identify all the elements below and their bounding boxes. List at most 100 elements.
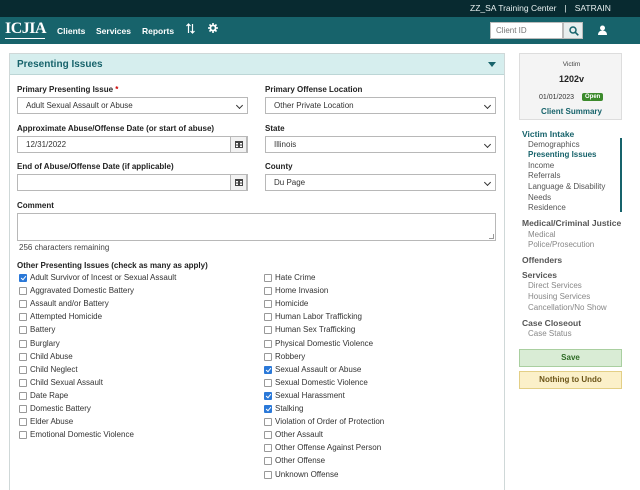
primary-location-select[interactable]: Other Private Location — [265, 97, 496, 114]
current-user[interactable]: SATRAIN — [575, 3, 611, 13]
panel-title: Presenting Issues — [17, 59, 103, 70]
state-value: Illinois — [274, 140, 297, 149]
issue-label: Hate Crime — [275, 273, 316, 282]
client-search-button[interactable] — [563, 22, 583, 39]
unchecked-box-icon[interactable] — [19, 352, 27, 361]
top-status-bar: ZZ_SA Training Center | SATRAIN — [0, 0, 640, 17]
unchecked-box-icon[interactable] — [264, 418, 272, 427]
sidebar-section-services[interactable]: Services — [522, 270, 557, 280]
unchecked-box-icon[interactable] — [19, 326, 27, 335]
unchecked-box-icon[interactable] — [19, 418, 27, 427]
comment-textarea[interactable] — [17, 213, 496, 241]
search-icon — [569, 26, 579, 36]
sidebar-item-income[interactable]: Income — [528, 161, 554, 170]
icjia-logo[interactable]: ICJIA — [5, 20, 47, 39]
collapse-caret-icon[interactable] — [488, 62, 496, 67]
unchecked-box-icon[interactable] — [264, 470, 272, 479]
sidebar-item-referrals[interactable]: Referrals — [528, 171, 560, 180]
sidebar-item-police[interactable]: Police/Prosecution — [528, 240, 594, 249]
unchecked-box-icon[interactable] — [19, 300, 27, 309]
end-date-field[interactable] — [17, 174, 248, 191]
unchecked-box-icon[interactable] — [19, 287, 27, 296]
issue-label: Human Labor Trafficking — [275, 312, 363, 322]
issue-label: Battery — [30, 325, 56, 335]
unchecked-box-icon[interactable] — [264, 274, 272, 282]
calendar-button[interactable] — [230, 136, 247, 153]
context-separator: | — [564, 3, 567, 13]
resize-handle-icon[interactable] — [489, 234, 494, 239]
sidebar-section-case-closeout[interactable]: Case Closeout — [522, 318, 581, 328]
unchecked-box-icon[interactable] — [264, 378, 272, 387]
client-id-input[interactable] — [490, 22, 563, 39]
sidebar-item-needs[interactable]: Needs — [528, 193, 551, 202]
client-summary-link[interactable]: Client Summary — [520, 107, 623, 116]
approx-date-field[interactable]: 12/31/2022 — [17, 136, 248, 153]
unchecked-box-icon[interactable] — [19, 313, 27, 322]
unchecked-box-icon[interactable] — [264, 431, 272, 440]
unchecked-box-icon[interactable] — [264, 313, 272, 322]
unchecked-box-icon[interactable] — [19, 378, 27, 387]
nav-clients[interactable]: Clients — [57, 26, 85, 36]
sidebar-section-medical[interactable]: Medical/Criminal Justice — [522, 218, 621, 228]
unchecked-box-icon[interactable] — [19, 431, 27, 440]
unchecked-box-icon[interactable] — [19, 391, 27, 400]
unchecked-box-icon[interactable] — [264, 352, 272, 361]
sidebar-item-demographics[interactable]: Demographics — [528, 140, 580, 149]
main-navbar: ICJIA Clients Services Reports — [0, 17, 640, 44]
primary-location-value: Other Private Location — [274, 101, 354, 110]
unchecked-box-icon[interactable] — [19, 365, 27, 374]
issue-label: Burglary — [30, 338, 60, 348]
sidebar-item-language-disability[interactable]: Language & Disability — [528, 182, 605, 191]
sidebar-section-offenders[interactable]: Offenders — [522, 255, 562, 265]
unchecked-box-icon[interactable] — [264, 444, 272, 453]
sidebar-item-direct-services[interactable]: Direct Services — [528, 281, 582, 290]
right-sidebar: Victim 1202v 01/01/2023 Open Client Summ… — [519, 53, 622, 490]
checked-box-icon[interactable] — [264, 405, 272, 413]
issue-label: Physical Domestic Violence — [275, 338, 374, 348]
sidebar-item-case-status[interactable]: Case Status — [528, 329, 572, 338]
user-icon[interactable] — [598, 25, 607, 35]
required-mark: * — [115, 85, 119, 94]
save-button[interactable]: Save — [519, 349, 622, 367]
issue-label: Assault and/or Battery — [30, 299, 109, 309]
unchecked-box-icon[interactable] — [19, 405, 27, 413]
issue-label: Sexual Assault or Abuse — [275, 364, 362, 374]
victim-id: 1202v — [558, 74, 585, 84]
issue-label: Emotional Domestic Violence — [30, 430, 134, 440]
gear-icon[interactable] — [208, 23, 218, 36]
sidebar-item-residence[interactable]: Residence — [528, 203, 566, 212]
state-select[interactable]: Illinois — [265, 136, 496, 153]
primary-issue-select[interactable]: Adult Sexual Assault or Abuse — [17, 97, 248, 114]
checked-box-icon[interactable] — [264, 365, 272, 374]
undo-button[interactable]: Nothing to Undo — [519, 371, 622, 389]
unchecked-box-icon[interactable] — [264, 287, 272, 296]
checked-box-icon[interactable] — [264, 391, 272, 400]
sidebar-item-presenting-issues[interactable]: Presenting Issues — [528, 150, 596, 159]
nav-services[interactable]: Services — [96, 26, 131, 36]
chevron-down-icon — [235, 101, 244, 110]
county-select[interactable]: Du Page — [265, 174, 496, 191]
issue-label: Unknown Offense — [275, 469, 339, 479]
calendar-button[interactable] — [230, 174, 247, 191]
sidebar-item-cancellation[interactable]: Cancellation/No Show — [528, 303, 607, 312]
unchecked-box-icon[interactable] — [264, 339, 272, 348]
sidebar-item-housing-services[interactable]: Housing Services — [528, 292, 590, 301]
issue-label: Other Offense — [275, 456, 326, 466]
unchecked-box-icon[interactable] — [264, 457, 272, 466]
panel-header[interactable]: Presenting Issues — [10, 54, 504, 75]
sort-icon[interactable] — [186, 23, 195, 37]
issue-label: Sexual Harassment — [275, 390, 345, 400]
sidebar-section-victim-intake[interactable]: Victim Intake — [522, 129, 574, 139]
comment-label: Comment — [17, 201, 54, 210]
unchecked-box-icon[interactable] — [264, 300, 272, 309]
logo-text: ICJIA — [5, 20, 47, 37]
checked-box-icon[interactable] — [19, 274, 27, 282]
unchecked-box-icon[interactable] — [19, 339, 27, 348]
training-center-name[interactable]: ZZ_SA Training Center — [470, 3, 556, 13]
issue-label: Aggravated Domestic Battery — [30, 286, 135, 296]
case-date: 01/01/2023 — [539, 94, 575, 101]
unchecked-box-icon[interactable] — [264, 326, 272, 335]
sidebar-item-medical[interactable]: Medical — [528, 230, 556, 239]
nav-reports[interactable]: Reports — [142, 26, 174, 36]
issue-label: Homicide — [275, 299, 309, 309]
